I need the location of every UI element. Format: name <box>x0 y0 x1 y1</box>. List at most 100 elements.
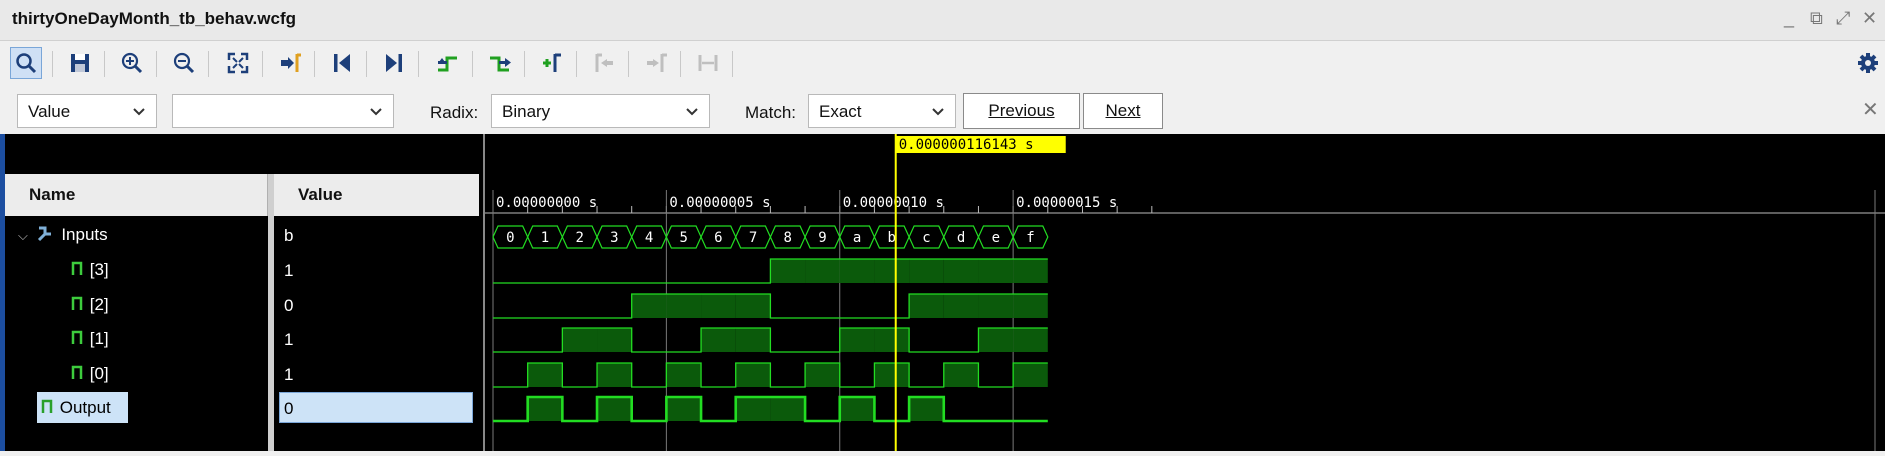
high-fill <box>909 259 944 283</box>
high-fill <box>597 328 632 352</box>
signal-value: b <box>284 226 294 245</box>
high-fill <box>527 397 563 421</box>
high-fill <box>666 397 702 421</box>
signal-row-bit2[interactable]: [2] <box>71 295 109 315</box>
signal-name: [0] <box>89 364 109 383</box>
swap-cursors-icon[interactable] <box>692 47 724 79</box>
toolbar-separator <box>472 51 473 77</box>
time-label: 0.00000015 s <box>1016 195 1117 211</box>
high-fill <box>666 294 702 318</box>
signal-row-output[interactable]: Output <box>37 392 128 423</box>
toolbar-separator <box>262 51 263 77</box>
zoom-in-icon[interactable] <box>116 47 148 79</box>
next-button[interactable]: Next <box>1083 93 1163 129</box>
name-column-header[interactable]: Name <box>5 174 268 216</box>
high-fill <box>666 363 702 387</box>
match-select[interactable]: Exact <box>808 94 956 128</box>
signal-row-bit0[interactable]: [0] <box>71 364 109 384</box>
time-label: 0.00000005 s <box>669 195 770 211</box>
next-transition-icon[interactable] <box>484 47 516 79</box>
previous-marker-icon[interactable] <box>588 47 620 79</box>
column-divider[interactable] <box>268 174 274 451</box>
maximize-icon[interactable]: ⤢ <box>1836 8 1850 29</box>
bit-signal-icon <box>41 399 53 413</box>
signal-row-bit1[interactable]: [1] <box>71 329 109 349</box>
high-fill <box>943 363 979 387</box>
high-fill <box>909 397 944 421</box>
search-type-value: Value <box>28 102 71 121</box>
bus-value-label: f <box>1026 230 1034 246</box>
minimize-icon[interactable]: _ <box>1784 8 1794 29</box>
bus-value-label: 8 <box>784 230 792 246</box>
chevron-down-icon <box>370 108 382 116</box>
bus-group-icon <box>37 226 51 242</box>
save-icon[interactable] <box>64 47 96 79</box>
signal-value-output: 0 <box>279 392 473 423</box>
high-fill <box>839 328 875 352</box>
search-icon[interactable] <box>10 47 42 79</box>
zoom-out-icon[interactable] <box>168 47 200 79</box>
signal-value: 0 <box>284 296 294 315</box>
previous-button[interactable]: Previous <box>963 93 1080 129</box>
toolbar-separator <box>366 51 367 77</box>
high-fill <box>735 397 771 421</box>
title-bar: thirtyOneDayMonth_tb_behav.wcfg _ ⧉ ⤢ ✕ <box>0 0 1885 41</box>
toolbar-separator <box>104 51 105 77</box>
radix-value: Binary <box>502 102 551 121</box>
value-header-label: Value <box>298 185 343 204</box>
bit-signal-icon <box>71 330 83 344</box>
go-to-last-time-icon[interactable] <box>378 47 410 79</box>
expand-chevron-icon[interactable]: ⌵ <box>18 228 28 243</box>
toolbar-separator <box>208 51 209 77</box>
high-fill <box>839 397 875 421</box>
toolbar-separator <box>732 51 733 77</box>
restore-icon[interactable]: ⧉ <box>1810 8 1823 29</box>
go-to-cursor-icon[interactable] <box>274 47 306 79</box>
bus-value-label: d <box>957 230 965 246</box>
toolbar-separator <box>628 51 629 77</box>
high-fill <box>943 259 979 283</box>
close-icon[interactable]: ✕ <box>1862 8 1877 29</box>
high-fill <box>701 328 736 352</box>
high-fill <box>562 328 598 352</box>
radix-label: Radix: <box>430 103 479 122</box>
high-fill <box>1013 328 1048 352</box>
signal-row-inputs[interactable]: ⌵ Inputs <box>18 225 108 245</box>
signal-row-bit3[interactable]: [3] <box>71 260 109 280</box>
add-marker-icon[interactable] <box>536 47 568 79</box>
waveform-view[interactable]: 0.00000000 s 0.00000005 s 0.00000010 s 0.00… <box>485 134 1885 451</box>
high-fill <box>909 294 944 318</box>
high-fill <box>770 397 806 421</box>
match-label: Match: <box>745 103 797 122</box>
go-to-time-zero-icon[interactable] <box>326 47 358 79</box>
next-marker-icon[interactable] <box>640 47 672 79</box>
close-search-icon[interactable]: ✕ <box>1862 97 1879 122</box>
high-fill <box>1013 294 1048 318</box>
signal-name: [1] <box>89 329 109 348</box>
previous-transition-icon[interactable] <box>432 47 464 79</box>
signal-name: [2] <box>89 295 109 314</box>
high-fill <box>1013 259 1048 283</box>
toolbar-separator <box>314 51 315 77</box>
bus-value-label: e <box>992 230 1000 246</box>
high-fill <box>597 363 632 387</box>
radix-select[interactable]: Binary <box>491 94 710 128</box>
bus-value-label: 0 <box>506 230 514 246</box>
high-fill <box>735 294 771 318</box>
gear-icon[interactable] <box>1852 47 1884 79</box>
bit-signal-icon <box>71 261 83 275</box>
search-type-select[interactable]: Value <box>17 94 157 128</box>
search-value-combo[interactable] <box>172 94 394 128</box>
search-bar: Value Radix: Binary Match: Exact Previou… <box>0 88 1885 134</box>
toolbar-separator <box>418 51 419 77</box>
high-fill <box>943 294 979 318</box>
signal-value: 1 <box>284 261 294 280</box>
value-column-header[interactable]: Value <box>274 174 479 216</box>
high-fill <box>805 363 840 387</box>
toolbar <box>0 41 1885 87</box>
signal-name: Inputs <box>61 225 108 244</box>
waveform-canvas[interactable]: 0.00000000 s 0.00000005 s 0.00000010 s 0.00… <box>485 134 1885 451</box>
bus-value-label: 6 <box>714 230 722 246</box>
bus-value-label: a <box>853 230 861 246</box>
zoom-fit-icon[interactable] <box>222 47 254 79</box>
